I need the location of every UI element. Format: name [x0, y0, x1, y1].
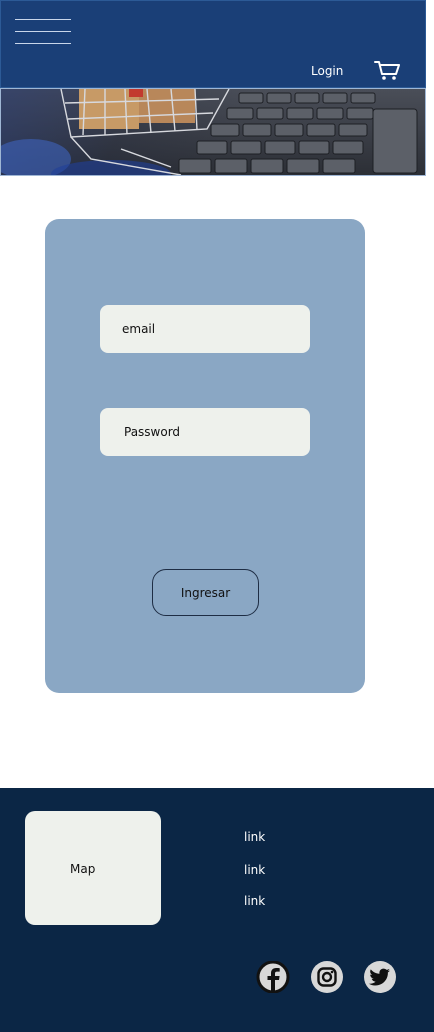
ingresar-button[interactable]: Ingresar [152, 569, 259, 616]
site-footer: Map link link link [0, 788, 434, 1032]
page: Login email Ingresar Map link link link [0, 0, 434, 1032]
email-field[interactable] [100, 305, 310, 353]
menu-bar [15, 31, 71, 32]
login-card: Ingresar [45, 219, 365, 693]
hero-banner-image [0, 88, 426, 176]
shopping-cart-icon[interactable] [374, 60, 402, 82]
map-placeholder[interactable]: Map [25, 811, 161, 925]
map-label: Map [70, 862, 96, 876]
footer-link[interactable]: link [244, 830, 265, 844]
hamburger-menu-icon[interactable] [15, 17, 73, 47]
facebook-icon[interactable] [256, 960, 290, 994]
login-link[interactable]: Login [311, 64, 343, 78]
menu-bar [15, 19, 71, 20]
instagram-icon[interactable] [310, 961, 344, 993]
twitter-icon[interactable] [363, 961, 397, 993]
menu-bar [15, 43, 71, 44]
footer-link[interactable]: link [244, 894, 265, 908]
password-field[interactable] [100, 408, 310, 456]
footer-link[interactable]: link [244, 863, 265, 877]
site-header: Login [0, 0, 426, 88]
shopping-cart-on-laptop-keyboard-image [1, 89, 418, 175]
